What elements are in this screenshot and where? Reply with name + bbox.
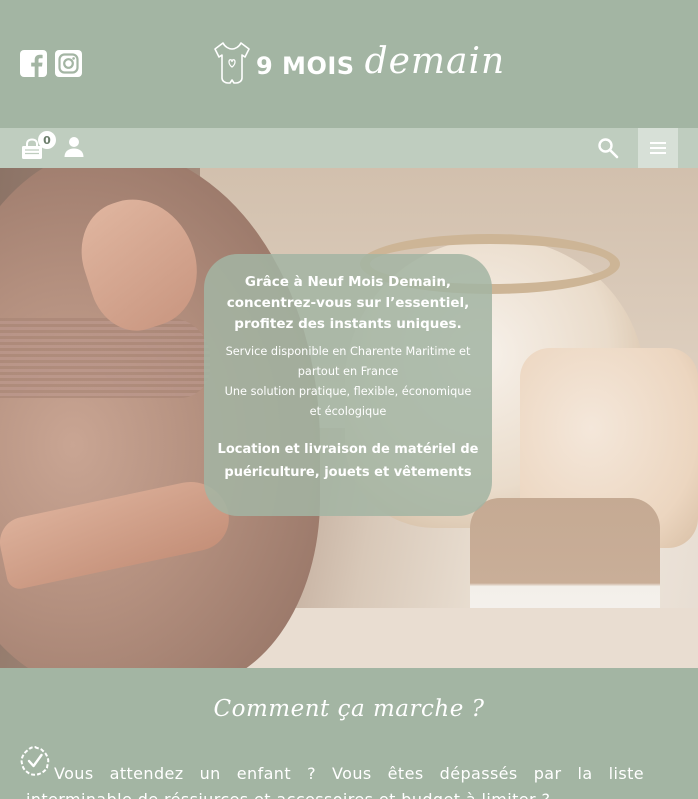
how-it-works-section: Comment ça marche ? Vous attendez un enf… [0,668,698,799]
site-header: 9 MOIS demain [0,0,698,128]
hero-headline: Grâce à Neuf Mois Demain, concentrez-vou… [216,272,480,335]
nav-bar [0,128,698,168]
hero-cta-line-1: Location et livraison de matériel de [217,442,479,457]
hero-dress-smocking [0,318,210,398]
hero-banner: Grâce à Neuf Mois Demain, concentrez-vou… [0,168,698,668]
hero-headline-line-3: profitez des instants uniques. [234,316,462,332]
hero-sub-line-3: Une solution pratique, flexible, économi… [224,385,472,398]
site-logo[interactable]: 9 MOIS demain [212,38,505,88]
search-icon[interactable] [596,136,620,160]
instagram-icon[interactable] [55,50,82,77]
menu-toggle-button[interactable] [638,128,678,168]
hero-subtext: Service disponible en Charente Maritime … [216,342,480,422]
logo-text: 9 MOIS [256,52,355,80]
hero-sub-line-1: Service disponible en Charente Maritime … [225,345,471,358]
bodysuit-logo-icon [214,42,250,84]
cookie-consent-check-icon[interactable] [19,745,51,777]
section-text-line-2: interminable de réssiurces et accessoire… [26,788,646,799]
hero-cta-text: Location et livraison de matériel de pué… [216,438,480,484]
logo-script-text: demain [364,40,506,82]
facebook-icon[interactable] [20,50,47,77]
hero-sub-line-4: et écologique [309,405,387,418]
user-icon[interactable] [63,136,85,158]
section-title: Comment ça marche ? [213,696,485,722]
hero-headline-line-1: Grâce à Neuf Mois Demain, [244,274,452,290]
hero-sub-line-2: partout en France [297,365,399,378]
social-links [20,50,82,77]
hero-text-card: Grâce à Neuf Mois Demain, concentrez-vou… [204,254,492,516]
hero-headline-line-2: concentrez-vous sur l’essentiel, [226,295,470,311]
section-text-line-1: Vous attendez un enfant ? Vous êtes dépa… [54,764,644,783]
cart-count-badge: 0 [38,131,56,149]
hero-cta-line-2: puériculture, jouets et vêtements [224,465,472,480]
menu-icon [650,142,666,154]
